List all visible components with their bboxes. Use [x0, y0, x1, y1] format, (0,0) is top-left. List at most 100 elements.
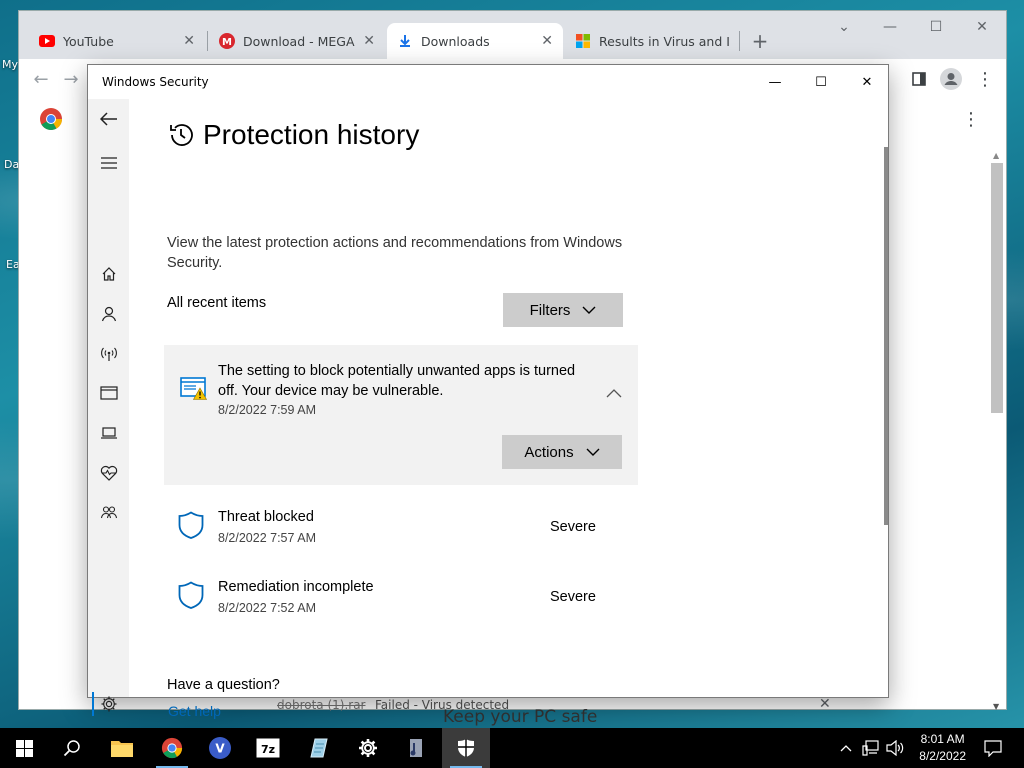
scrollbar[interactable] — [884, 147, 888, 525]
close-tab-icon[interactable]: ✕ — [541, 33, 553, 49]
tab-separator — [739, 31, 740, 51]
item-timestamp: 8/2/2022 7:59 AM — [218, 403, 316, 417]
shield-icon — [458, 739, 474, 757]
behind-text: Keep your PC safe — [443, 707, 598, 727]
volume-icon[interactable] — [884, 728, 906, 768]
search-icon — [63, 740, 80, 757]
show-hidden-icons-icon[interactable] — [836, 728, 856, 768]
notifications-icon[interactable] — [976, 728, 1010, 768]
download-filename[interactable]: dobrota (1).rar — [277, 698, 366, 712]
app-browser-nav-item[interactable] — [88, 375, 129, 411]
maximize-icon[interactable]: ☐ — [913, 11, 959, 43]
firewall-nav-item[interactable] — [88, 336, 129, 372]
chevron-down-icon — [582, 306, 596, 314]
tab-mega[interactable]: M Download - MEGA ✕ — [209, 23, 385, 59]
gear-icon — [101, 696, 116, 712]
home-nav-item[interactable] — [88, 256, 129, 292]
gear-icon — [359, 739, 377, 757]
scroll-up-icon[interactable]: ▲ — [993, 151, 999, 160]
v-app-icon: V — [209, 737, 231, 759]
settings-app[interactable] — [344, 728, 392, 768]
windows-security-app[interactable] — [442, 728, 490, 768]
history-icon — [170, 124, 193, 146]
side-panel-icon[interactable] — [907, 67, 931, 91]
home-icon — [102, 267, 115, 281]
shield-icon — [178, 581, 204, 609]
item-severity: Severe — [550, 519, 596, 535]
tab-results[interactable]: Results in Virus and I — [565, 23, 741, 59]
notepad-icon — [310, 738, 328, 758]
menu-button[interactable] — [88, 145, 129, 181]
desktop-icon-label[interactable]: Da — [4, 158, 19, 171]
chrome-logo-icon — [39, 107, 63, 135]
settings-nav-item[interactable] — [88, 686, 129, 722]
maximize-button[interactable]: ☐ — [798, 65, 844, 99]
kebab-menu-icon[interactable]: ⋮ — [973, 67, 997, 91]
scrollbar-thumb[interactable] — [991, 163, 1003, 413]
back-button[interactable] — [88, 101, 129, 137]
7zip-app[interactable]: 7z — [244, 728, 292, 768]
file-explorer-app[interactable] — [98, 728, 146, 768]
tab-downloads[interactable]: Downloads ✕ — [387, 23, 563, 59]
remove-download-icon[interactable]: ✕ — [819, 696, 831, 712]
actions-label: Actions — [524, 443, 574, 461]
minimize-button[interactable]: — — [752, 65, 798, 99]
window-title: Windows Security — [102, 75, 209, 89]
tab-search-icon[interactable]: ⌄ — [821, 11, 867, 43]
minimize-icon[interactable]: — — [867, 11, 913, 43]
history-item-threat-blocked[interactable]: Threat blocked 8/2/2022 7:57 AM Severe — [164, 505, 638, 561]
network-icon[interactable] — [858, 728, 884, 768]
more-actions-icon[interactable]: ⋮ — [962, 109, 980, 130]
media-app[interactable] — [392, 728, 440, 768]
tab-youtube[interactable]: YouTube ✕ — [29, 23, 205, 59]
chrome-logo-icon — [161, 737, 183, 759]
svg-text:M: M — [222, 37, 232, 48]
tab-title: Download - MEGA — [243, 33, 355, 49]
tab-strip: YouTube ✕ M Download - MEGA ✕ Downloads … — [19, 11, 1006, 59]
tab-separator — [207, 31, 208, 51]
navigation-rail — [88, 99, 129, 716]
desktop-icon-label[interactable]: My — [2, 58, 18, 71]
youtube-icon — [39, 33, 55, 49]
new-tab-button[interactable]: + — [745, 25, 775, 57]
device-security-nav-item[interactable] — [88, 415, 129, 451]
get-help-link[interactable]: Get help — [168, 703, 221, 719]
item-message: The setting to block potentially unwante… — [218, 363, 576, 399]
svg-text:7z: 7z — [261, 743, 275, 756]
page-header: Protection history — [167, 119, 419, 151]
main-content: Protection history View the latest prote… — [129, 99, 888, 719]
notepad-app[interactable] — [294, 728, 342, 768]
vpn-app[interactable]: V — [196, 728, 244, 768]
start-button[interactable] — [0, 728, 48, 768]
device-health-nav-item[interactable] — [88, 455, 129, 491]
title-bar[interactable]: Windows Security — ☐ ✕ — [88, 65, 888, 99]
system-clock[interactable]: 8:01 AM 8/2/2022 — [919, 731, 966, 765]
heart-pulse-icon — [100, 465, 117, 481]
filters-button[interactable]: Filters — [503, 293, 623, 327]
account-nav-item[interactable] — [88, 296, 129, 332]
close-tab-icon[interactable]: ✕ — [183, 33, 195, 49]
scroll-down-icon[interactable]: ▼ — [993, 702, 999, 711]
tab-title: YouTube — [63, 33, 114, 49]
back-arrow-icon — [99, 112, 117, 126]
chrome-app[interactable] — [148, 728, 196, 768]
warning-window-icon — [180, 377, 208, 405]
family-nav-item[interactable] — [88, 495, 129, 531]
item-name: Remediation incomplete — [218, 579, 374, 595]
chevron-up-icon[interactable] — [606, 383, 622, 402]
back-arrow-icon[interactable]: ← — [29, 67, 53, 91]
media-player-icon — [410, 739, 422, 757]
close-icon[interactable]: ✕ — [959, 11, 1005, 43]
forward-arrow-icon[interactable]: → — [59, 67, 83, 91]
scrollbar[interactable]: ▲ ▼ — [990, 151, 1004, 711]
filters-label: Filters — [529, 301, 571, 319]
history-item-remediation-incomplete[interactable]: Remediation incomplete 8/2/2022 7:52 AM … — [164, 575, 638, 631]
close-button[interactable]: ✕ — [844, 65, 890, 99]
chevron-down-icon — [586, 448, 600, 456]
actions-button[interactable]: Actions — [502, 435, 622, 469]
profile-avatar-icon[interactable] — [939, 67, 963, 91]
laptop-icon — [100, 427, 117, 439]
search-button[interactable] — [48, 728, 96, 768]
history-item-expanded[interactable]: The setting to block potentially unwante… — [164, 345, 638, 485]
close-tab-icon[interactable]: ✕ — [363, 33, 375, 49]
